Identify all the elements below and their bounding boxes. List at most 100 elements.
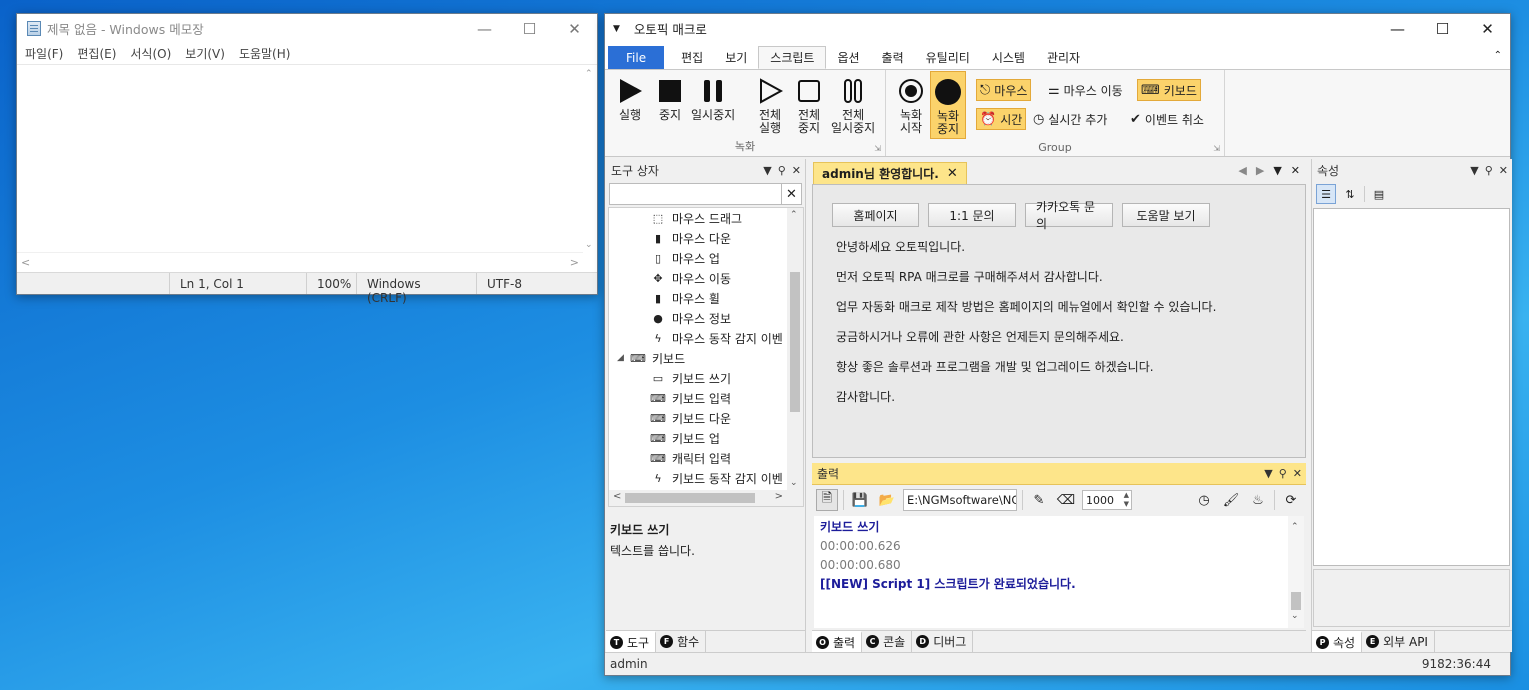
collapse-ribbon-icon[interactable]: ⌃ (1494, 50, 1502, 61)
tab-system[interactable]: 시스템 (981, 46, 1036, 69)
tree-item[interactable]: ● 마우스 정보 (609, 308, 803, 328)
tree-item[interactable]: ✥ 마우스 이동 (609, 268, 803, 288)
property-pages-icon[interactable]: ▤ (1369, 184, 1389, 204)
tab-output[interactable]: O 출력 (812, 631, 863, 652)
tab-tools[interactable]: T 도구 (606, 631, 657, 652)
tab-console[interactable]: C 콘솔 (862, 631, 913, 652)
help-button[interactable]: 도움말 보기 (1122, 203, 1210, 227)
tab-edit[interactable]: 편집 (670, 46, 714, 69)
menu-file[interactable]: 파일(F) (25, 45, 63, 62)
tree-item[interactable]: ⌨ 키보드 다운 (609, 408, 803, 428)
homepage-button[interactable]: 홈페이지 (832, 203, 919, 227)
scroll-right-icon[interactable]: > (570, 256, 579, 269)
tree-horizontal-scrollbar[interactable]: < > (609, 490, 787, 506)
clear-search-icon[interactable]: ✕ (781, 184, 801, 204)
new-log-icon[interactable]: 🗎 (816, 489, 838, 511)
tab-functions[interactable]: F 함수 (656, 631, 707, 652)
pause-all-button[interactable]: 전체 일시중지 (831, 76, 875, 135)
dropdown-icon[interactable]: ▼ (763, 164, 771, 177)
close-icon[interactable]: ✕ (792, 164, 801, 177)
horizontal-scrollbar[interactable]: < > (17, 252, 583, 272)
eraser-icon[interactable]: ⌫ (1055, 489, 1077, 511)
add-realtime-button[interactable]: ◷ 실시간 추가 (1030, 108, 1110, 130)
keyboard-toggle[interactable]: ⌨ 키보드 (1137, 79, 1201, 101)
stepper-arrows-icon[interactable]: ▲ ▼ (1124, 491, 1129, 509)
save-icon[interactable]: 💾 (849, 489, 871, 511)
minimize-button[interactable]: — (462, 14, 507, 43)
broom-icon[interactable]: ✎ (1028, 489, 1050, 511)
group-launcher-icon[interactable]: ⇲ (874, 144, 881, 153)
scroll-down-icon[interactable]: ⌄ (1291, 607, 1299, 626)
vertical-scrollbar[interactable]: ⌃ ⌄ (583, 65, 597, 252)
pin-icon[interactable]: ⚲ (1279, 467, 1287, 480)
refresh-icon[interactable]: ⟳ (1280, 489, 1302, 511)
log-path-field[interactable]: E:\NGMsoftware\NG (903, 489, 1017, 511)
tab-view[interactable]: 보기 (714, 46, 758, 69)
dropdown-icon[interactable]: ▼ (1264, 467, 1272, 480)
notepad-titlebar[interactable]: 제목 없음 - Windows 메모장 — ☐ ✕ (17, 14, 597, 43)
prev-tab-icon[interactable]: ◀ (1238, 164, 1246, 177)
mouse-move-toggle[interactable]: ⚌ 마우스 이동 (1045, 79, 1126, 101)
tab-script[interactable]: 스크립트 (758, 46, 827, 69)
menu-view[interactable]: 보기(V) (185, 45, 225, 62)
minimize-button[interactable]: — (1375, 14, 1420, 43)
property-grid[interactable] (1313, 208, 1510, 566)
tree-item[interactable]: ⌨ 캐릭터 입력 (609, 448, 803, 468)
record-stop-button[interactable]: 녹화 중지 (930, 71, 966, 139)
cancel-event-button[interactable]: ✔ 이벤트 취소 (1127, 108, 1207, 130)
tab-debugger[interactable]: D 디버그 (912, 631, 974, 652)
tree-item[interactable]: ⌨ 키보드 업 (609, 428, 803, 448)
system-menu-icon[interactable]: ▼ (613, 24, 620, 34)
pin-icon[interactable]: ⚲ (778, 164, 786, 177)
tree-item[interactable]: ▯ 마우스 업 (609, 248, 803, 268)
next-tab-icon[interactable]: ▶ (1256, 164, 1264, 177)
interval-stepper[interactable]: 1000 ▲ ▼ (1082, 490, 1132, 510)
menu-help[interactable]: 도움말(H) (239, 45, 291, 62)
alphabetical-icon[interactable]: ⇅ (1340, 184, 1360, 204)
brush-icon[interactable]: 🖌 (1220, 489, 1242, 511)
close-button[interactable]: ✕ (1465, 14, 1510, 43)
tab-welcome[interactable]: admin님 환영합니다. ✕ (813, 162, 967, 184)
tab-list-icon[interactable]: ▼ (1273, 164, 1281, 177)
tab-file[interactable]: File (608, 46, 665, 69)
tab-external-api[interactable]: E 외부 API (1362, 631, 1435, 652)
run-all-button[interactable]: 전체 실행 (755, 76, 785, 135)
collapse-icon[interactable]: ◢ (617, 353, 629, 363)
clock-icon[interactable]: ◷ (1193, 489, 1215, 511)
tab-properties[interactable]: P 속성 (1312, 631, 1363, 652)
maximize-button[interactable]: ☐ (1420, 14, 1465, 43)
menu-edit[interactable]: 편집(E) (77, 45, 116, 62)
kakaotalk-inquiry-button[interactable]: 카카오톡 문의 (1025, 200, 1113, 231)
scroll-left-icon[interactable]: < (613, 491, 621, 502)
tree-item[interactable]: ▮ 마우스 휠 (609, 288, 803, 308)
scroll-up-icon[interactable]: ⌃ (585, 69, 593, 79)
time-toggle[interactable]: ⏰ 시간 (976, 108, 1027, 130)
dropdown-icon[interactable]: ▼ (1470, 164, 1478, 177)
tab-output[interactable]: 출력 (871, 46, 915, 69)
log-scrollbar[interactable]: ⌃ ⌄ (1288, 516, 1304, 628)
tree-item[interactable]: ⌨ 키보드 입력 (609, 388, 803, 408)
tree-item[interactable]: ϟ 키보드 동작 감지 이벤 (609, 468, 803, 488)
scroll-right-icon[interactable]: > (775, 491, 783, 502)
stop-all-button[interactable]: 전체 중지 (794, 76, 824, 135)
macro-titlebar[interactable]: ▼ 오토픽 매크로 — ☐ ✕ (605, 14, 1510, 43)
pin-icon[interactable]: ⚲ (1485, 164, 1493, 177)
tree-item[interactable]: ▮ 마우스 다운 (609, 228, 803, 248)
pause-button[interactable]: 일시중지 (691, 76, 735, 122)
menu-format[interactable]: 서식(O) (130, 45, 171, 62)
close-document-icon[interactable]: ✕ (1291, 164, 1300, 177)
maximize-button[interactable]: ☐ (507, 14, 552, 43)
scroll-left-icon[interactable]: < (21, 256, 30, 269)
tree-item[interactable]: ▭ 키보드 쓰기 (609, 368, 803, 388)
scroll-up-icon[interactable]: ⌃ (1291, 518, 1299, 537)
group-launcher-icon[interactable]: ⇲ (1213, 144, 1220, 153)
output-log[interactable]: 키보드 쓰기 00:00:00.626 00:00:00.680 [[NEW] … (814, 516, 1304, 628)
tab-admin[interactable]: 관리자 (1036, 46, 1091, 69)
close-icon[interactable]: ✕ (1293, 467, 1302, 480)
run-button[interactable]: 실행 (615, 76, 645, 122)
inquiry-button[interactable]: 1:1 문의 (928, 203, 1016, 227)
categorized-icon[interactable]: ☰ (1316, 184, 1336, 204)
tree-item[interactable]: ϟ 마우스 동작 감지 이벤 (609, 328, 803, 348)
paint-bucket-icon[interactable]: ♨ (1247, 489, 1269, 511)
close-icon[interactable]: ✕ (1499, 164, 1508, 177)
